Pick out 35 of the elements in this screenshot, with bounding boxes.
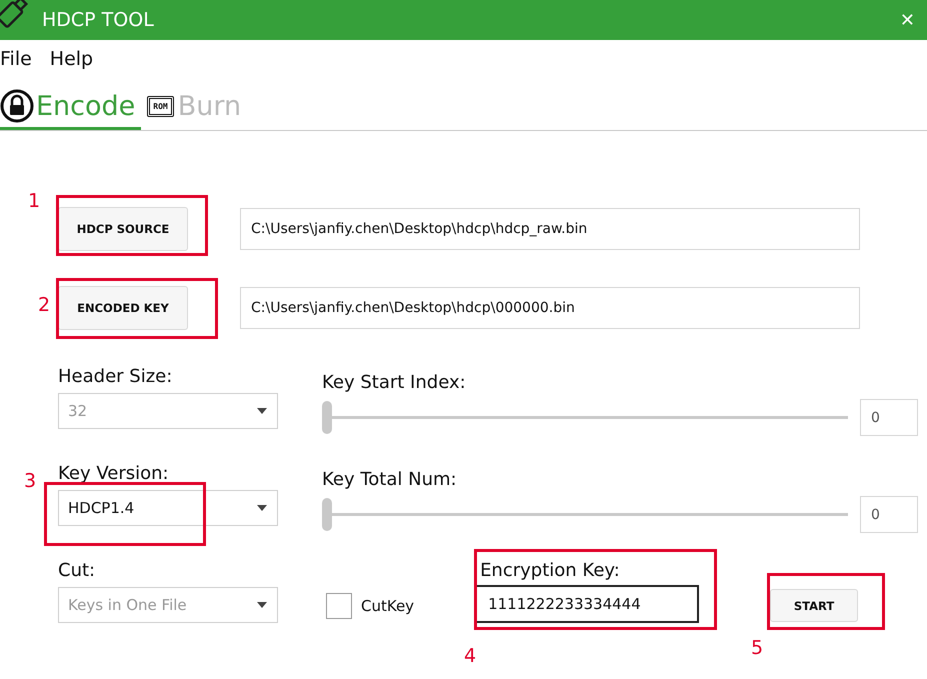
slider-thumb[interactable] xyxy=(322,401,332,434)
number-field[interactable]: 0 xyxy=(860,496,918,533)
step-number: 5 xyxy=(751,637,764,659)
dropdown-arrow-icon xyxy=(257,408,267,414)
rom-chip-icon: ROM xyxy=(147,96,174,116)
field-label: Key Start Index: xyxy=(322,371,467,395)
menu-item[interactable]: File xyxy=(0,48,32,76)
tab[interactable]: ROM Burn xyxy=(141,85,248,130)
window-title: HDCP TOOL xyxy=(42,9,155,31)
field-label: Key Total Num: xyxy=(322,468,458,492)
slider[interactable] xyxy=(322,498,848,531)
lock-icon xyxy=(0,89,34,123)
encryption-key-field[interactable]: 1111222233334444 xyxy=(474,585,700,623)
slider-thumb[interactable] xyxy=(322,498,332,531)
dropdown[interactable]: HDCP1.4 xyxy=(58,490,278,526)
field-label: Cut: xyxy=(58,559,96,583)
checkbox-label: CutKey xyxy=(361,597,414,615)
checkbox[interactable] xyxy=(326,593,352,619)
path-field[interactable]: C:\Users\janfiy.chen\Desktop\hdcp\hdcp_raw.bin xyxy=(240,208,860,250)
slider[interactable] xyxy=(322,401,848,434)
step-number: 1 xyxy=(28,190,40,212)
file-button[interactable]: ENCODED KEY xyxy=(58,286,188,330)
step-number: 3 xyxy=(24,470,36,492)
field-label: Header Size: xyxy=(58,365,174,389)
dropdown-arrow-icon xyxy=(257,602,267,608)
path-field[interactable]: C:\Users\janfiy.chen\Desktop\hdcp\000000.bin xyxy=(240,287,860,329)
menu-item[interactable]: Help xyxy=(50,48,94,76)
field-label: Encryption Key: xyxy=(480,560,621,581)
dropdown-arrow-icon xyxy=(257,505,267,511)
start-button[interactable]: START xyxy=(770,589,858,622)
step-number: 4 xyxy=(464,645,476,667)
file-button[interactable]: HDCP SOURCE xyxy=(58,207,188,251)
number-field[interactable]: 0 xyxy=(860,399,918,436)
step-number: 2 xyxy=(38,294,50,316)
field-label: Key Version: xyxy=(58,462,170,486)
